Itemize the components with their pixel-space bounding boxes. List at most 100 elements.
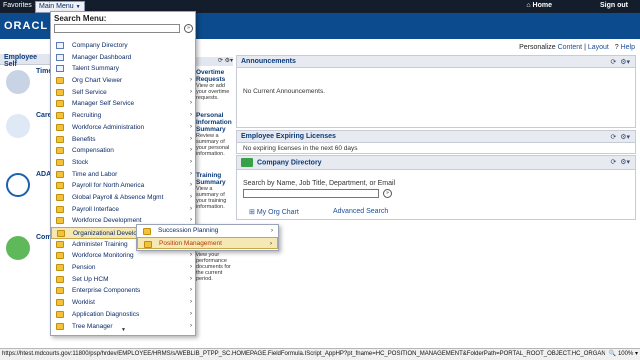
menu-item-label: Pension: [72, 264, 96, 272]
menu-list: Company Directory Manager Dashboard Talent…: [51, 40, 195, 332]
performance-documents-panel[interactable]: view your performance documents for the …: [196, 252, 233, 282]
folder-icon: [56, 275, 64, 283]
document-icon: [56, 53, 64, 61]
menu-item[interactable]: Payroll for North America ›: [51, 180, 195, 192]
chevron-right-icon: ›: [190, 170, 192, 177]
menu-item[interactable]: Talent Summary: [51, 63, 195, 75]
document-icon: [56, 42, 64, 49]
menu-item-label: Enterprise Components: [72, 287, 141, 295]
ada-tile[interactable]: ADA: [4, 171, 52, 223]
folder-icon: [56, 205, 64, 213]
status-url: https://htest.mdcourts.gov:11800/psp/hrd…: [2, 351, 619, 357]
my-org-chart-link[interactable]: ⊞ My Org Chart: [249, 208, 299, 216]
panel-title: Employee Self: [0, 54, 50, 68]
menu-item[interactable]: Payroll Interface ›: [51, 204, 195, 216]
advanced-search-link[interactable]: Advanced Search: [333, 208, 388, 215]
menu-item[interactable]: Workforce Administration ›: [51, 122, 195, 134]
menu-item-label: Payroll for North America: [72, 182, 145, 190]
favorites-label: Favorites: [3, 2, 32, 9]
menu-item-label: Organizational Develop: [73, 230, 141, 237]
folder-icon: [143, 227, 151, 235]
chevron-right-icon: ›: [190, 112, 192, 119]
chevron-right-icon: ›: [190, 322, 192, 329]
menu-item[interactable]: Manager Dashboard: [51, 52, 195, 64]
panel-description: View or add your overtime requests.: [196, 83, 230, 101]
menu-item[interactable]: Time and Labor ›: [51, 169, 195, 181]
folder-icon: [56, 147, 64, 155]
overtime-requests-panel[interactable]: Overtime Requests View or add your overt…: [196, 69, 233, 101]
menu-item[interactable]: Set Up HCM ›: [51, 274, 195, 286]
menu-search-button[interactable]: »: [184, 24, 193, 33]
panel-title: Personal Information Summary: [196, 112, 232, 133]
menu-item-label: Tree Manager: [72, 322, 113, 330]
home-link[interactable]: ⌂ Home: [526, 2, 552, 9]
chevron-right-icon: ›: [270, 241, 272, 247]
chevron-right-icon: ›: [190, 135, 192, 142]
menu-item[interactable]: Worklist ›: [51, 297, 195, 309]
menu-item[interactable]: Benefits ›: [51, 134, 195, 146]
sign-out-link[interactable]: Sign out: [600, 2, 628, 9]
menu-search-title: Search Menu:: [54, 14, 107, 23]
panel-options-icons[interactable]: ⟳ ⚙▾: [610, 158, 630, 166]
panel-description: View a summary of your training informat…: [196, 186, 227, 210]
personalize-layout-link[interactable]: Layout: [588, 44, 609, 51]
menu-item-label: Workforce Development: [72, 217, 142, 225]
menu-item[interactable]: Application Diagnostics ›: [51, 309, 195, 321]
menu-search-input[interactable]: [54, 24, 180, 33]
menu-item[interactable]: Recruiting ›: [51, 110, 195, 122]
panel-options-icons[interactable]: ⟳ ⚙▾: [610, 133, 630, 141]
chevron-right-icon: ›: [190, 123, 192, 130]
menu-item[interactable]: Manager Self Service ›: [51, 98, 195, 110]
folder-icon: [56, 299, 64, 307]
chart-icon: ⊞: [249, 209, 255, 216]
menu-item[interactable]: Compensation ›: [51, 145, 195, 157]
directory-search-input[interactable]: [243, 189, 379, 198]
organizational-development-submenu: Succession Planning › Position Management ›: [136, 224, 279, 251]
career-tile[interactable]: Care: [4, 112, 52, 164]
directory-search-button[interactable]: »: [383, 189, 392, 198]
tile-title: ADA: [36, 171, 52, 178]
folder-icon: [56, 123, 64, 131]
compensation-tile[interactable]: Comp: [4, 234, 56, 286]
training-summary-panel[interactable]: Training Summary View a summary of your …: [196, 172, 233, 210]
chevron-right-icon: ›: [190, 193, 192, 200]
help-link[interactable]: Help: [621, 44, 635, 51]
help-icon[interactable]: ?: [615, 44, 619, 51]
folder-icon: [56, 112, 64, 120]
folder-icon: [56, 240, 64, 248]
chevron-right-icon: ›: [190, 182, 192, 189]
scroll-down-icon[interactable]: ▼: [121, 327, 126, 333]
panel-header-icons[interactable]: ⟳ ⚙▾: [196, 57, 233, 66]
menu-item[interactable]: Pension ›: [51, 262, 195, 274]
menu-item-label: Org Chart Viewer: [72, 77, 123, 85]
menu-item-label: Global Payroll & Absence Mgmt: [72, 193, 164, 201]
submenu-item[interactable]: Succession Planning ›: [137, 225, 278, 237]
menu-item[interactable]: Enterprise Components ›: [51, 285, 195, 297]
personalize-content-link[interactable]: Content: [558, 44, 583, 51]
menu-item[interactable]: Self Service ›: [51, 87, 195, 99]
panel-options-icons[interactable]: ⟳ ⚙▾: [610, 58, 630, 66]
menu-item[interactable]: Global Payroll & Absence Mgmt ›: [51, 192, 195, 204]
chevron-down-icon: ▼: [75, 4, 81, 10]
folder-icon: [56, 170, 64, 178]
chevron-right-icon: ›: [190, 158, 192, 165]
personalize-label: Personalize: [519, 44, 556, 51]
menu-item-label: Set Up HCM: [72, 275, 109, 283]
menu-item[interactable]: Org Chart Viewer ›: [51, 75, 195, 87]
menu-item[interactable]: Workforce Monitoring ›: [51, 250, 195, 262]
folder-icon: [56, 135, 64, 143]
favorites-menu[interactable]: Favorites ▼: [3, 2, 39, 9]
main-menu-dropdown: Search Menu: » Company Directory Manager …: [50, 11, 196, 336]
oracle-logo: ORACL: [4, 20, 49, 32]
folder-icon: [56, 193, 64, 201]
menu-item-label: Payroll Interface: [72, 205, 119, 213]
folder-icon: [56, 182, 64, 190]
zoom-value: 100%: [617, 351, 634, 357]
menu-item-label: Talent Summary: [72, 65, 119, 73]
personal-info-summary-panel[interactable]: Personal Information Summary Review a su…: [196, 112, 233, 157]
zoom-icon: 🔍: [608, 351, 617, 357]
menu-item[interactable]: Company Directory: [51, 40, 195, 52]
zoom-level[interactable]: 🔍 100% ▾: [604, 349, 638, 360]
menu-item[interactable]: Stock ›: [51, 157, 195, 169]
submenu-item[interactable]: Position Management ›: [137, 237, 278, 249]
